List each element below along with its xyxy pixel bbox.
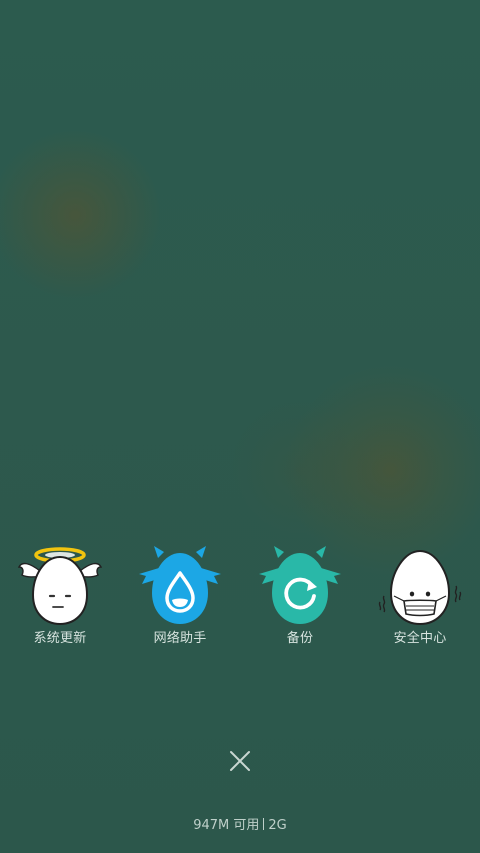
shortcut-security-center[interactable]: 安全中心 bbox=[360, 540, 480, 655]
shortcut-row: 系统更新 网络助手 备份 安全中心 bbox=[0, 540, 480, 655]
refresh-monster-icon bbox=[259, 546, 341, 624]
shortcut-label-system-update: 系统更新 bbox=[33, 631, 87, 646]
close-icon bbox=[230, 751, 250, 771]
water-drop-monster-icon bbox=[139, 546, 221, 624]
shortcut-network-assistant[interactable]: 网络助手 bbox=[120, 540, 240, 655]
shortcut-system-update[interactable]: 系统更新 bbox=[0, 540, 120, 655]
memory-status: 947M 可用 2G bbox=[0, 818, 480, 834]
shortcut-label-backup: 备份 bbox=[286, 631, 314, 646]
masked-egg-icon bbox=[378, 549, 462, 626]
memory-available: 947M 可用 bbox=[193, 818, 260, 833]
close-button[interactable] bbox=[226, 747, 254, 775]
memory-total: 2G bbox=[268, 818, 287, 833]
memory-divider bbox=[263, 818, 265, 830]
shortcut-label-network-assistant: 网络助手 bbox=[153, 631, 207, 646]
shortcut-label-security-center: 安全中心 bbox=[393, 631, 447, 646]
shortcut-backup[interactable]: 备份 bbox=[240, 540, 360, 655]
angel-egg-icon bbox=[17, 547, 103, 626]
blurred-wallpaper bbox=[0, 0, 480, 853]
